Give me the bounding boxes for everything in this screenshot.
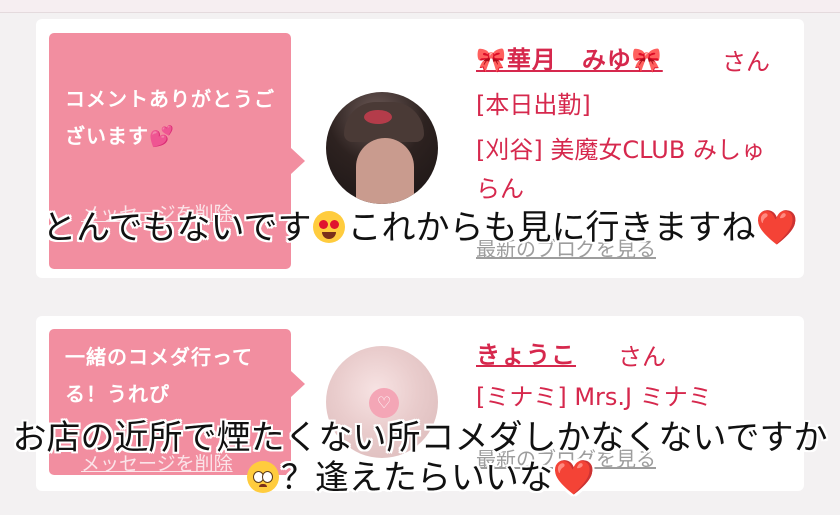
caption-text: お店の近所で煙たくない所コメダしかなくないですか <box>12 418 828 458</box>
comment-text: 一緒のコメダ行ってる！うれぴ <box>65 345 253 406</box>
work-status: [本日出勤] <box>476 91 591 119</box>
caption-overlay: とんでもないです これからも見に行きますね❤️ <box>0 208 840 248</box>
caption-text: これからも見に行きますね <box>347 208 756 248</box>
shop-name[interactable]: [刈谷] 美魔女CLUB みしゅらん <box>476 131 786 209</box>
name-suffix: さん <box>618 343 666 371</box>
pleading-face-emoji-icon <box>246 461 279 493</box>
girl-name-link[interactable]: きょうこ <box>476 335 576 370</box>
comment-text: コメントありがとうございます💕 <box>65 87 275 148</box>
name-suffix: さん <box>722 48 770 76</box>
caption-text: とんでもないです <box>42 208 312 248</box>
caption-text: ？逢えたらいいな <box>280 458 553 498</box>
red-heart-icon: ❤️ <box>755 208 798 248</box>
heart-eyes-emoji-icon <box>313 211 346 243</box>
shop-name[interactable]: [ミナミ] Mrs.J ミナミ <box>476 377 712 412</box>
avatar[interactable] <box>326 92 438 204</box>
girl-name-link[interactable]: 🎀華月 みゆ🎀 <box>476 40 663 75</box>
top-border <box>0 0 840 13</box>
caption-overlay: お店の近所で煙たくない所コメダしかなくないですか ？逢えたらいいな❤️ <box>0 418 840 498</box>
heart-icon: ♡ <box>369 388 399 418</box>
red-heart-icon: ❤️ <box>552 458 596 498</box>
